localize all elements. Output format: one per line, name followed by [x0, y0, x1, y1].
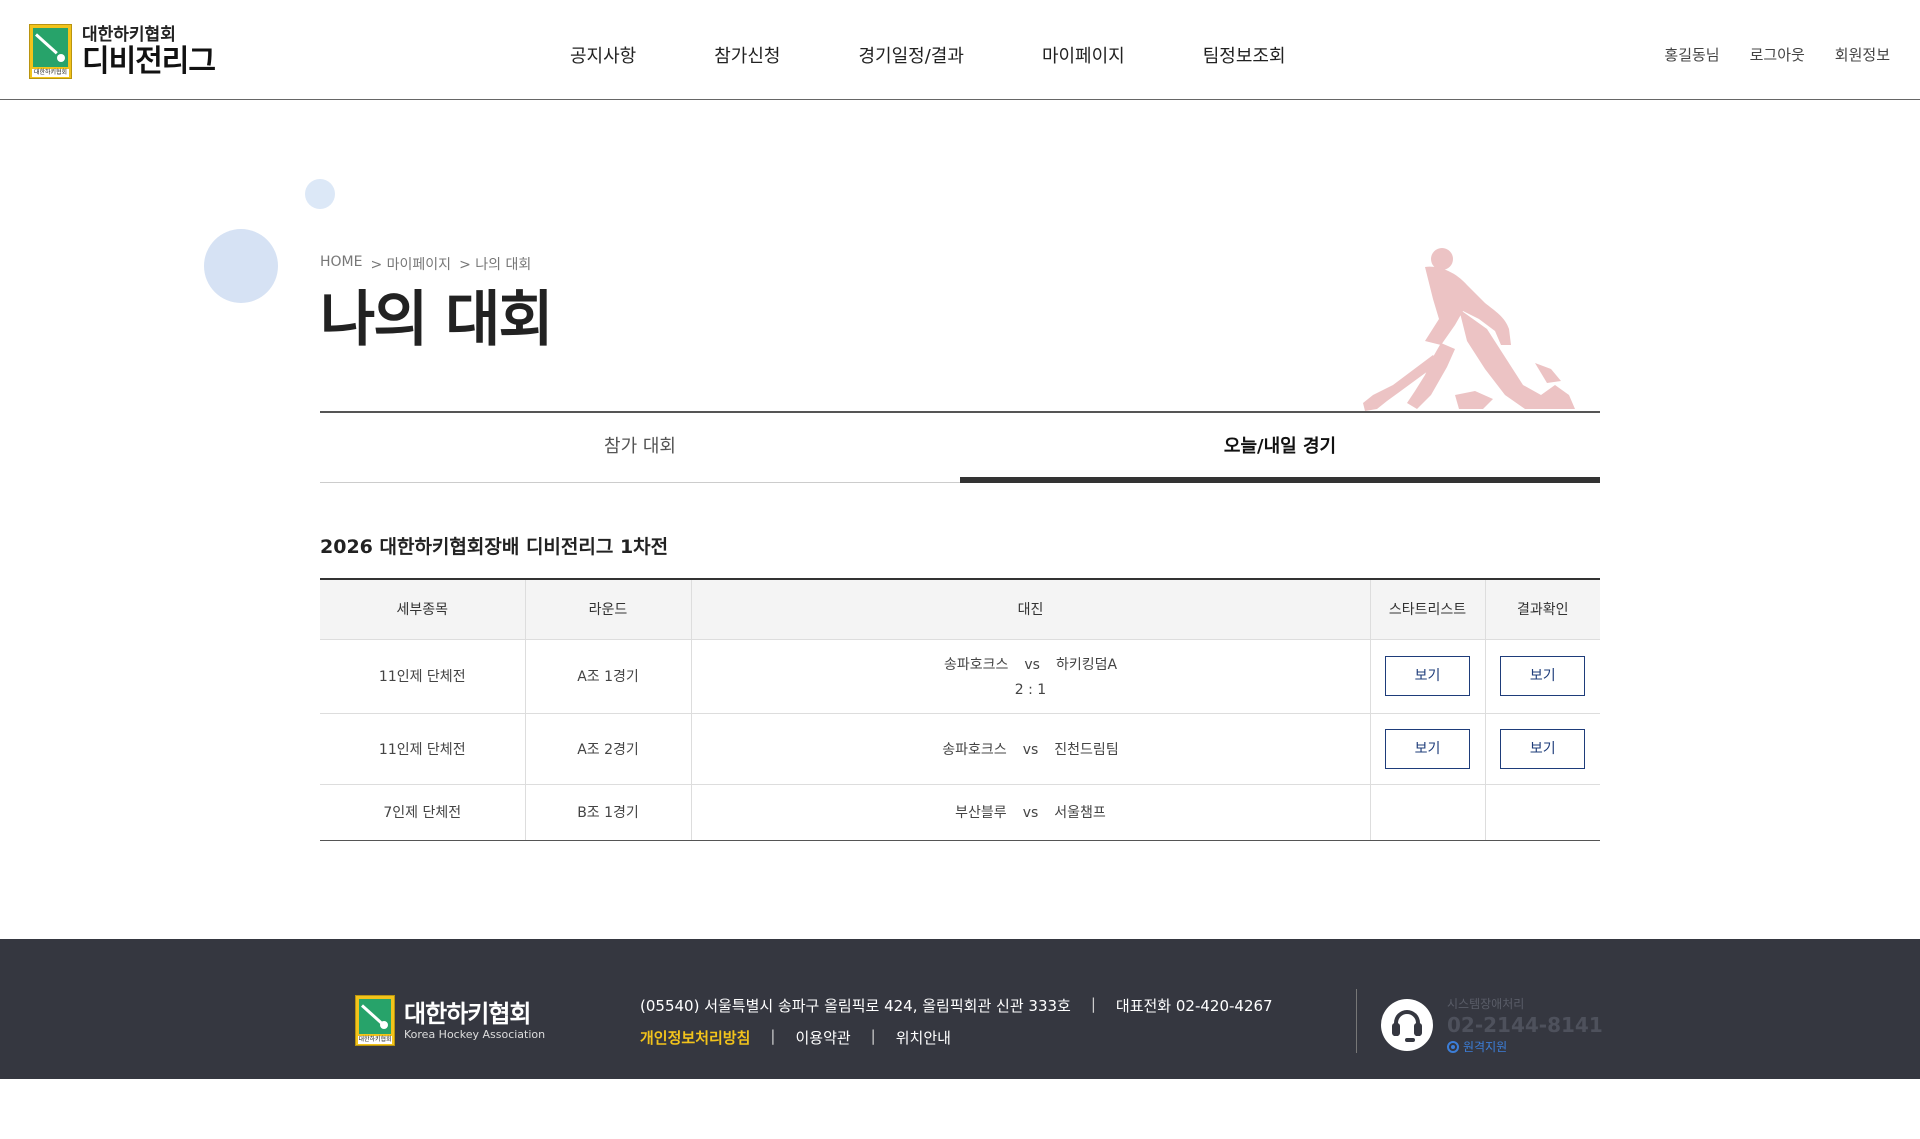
cell-event: 11인제 단체전	[320, 639, 526, 714]
cell-round: A조 2경기	[525, 713, 692, 785]
cell-matchup: 송파호크스 vs 진천드림팀	[691, 713, 1371, 785]
vs-label: vs	[1022, 805, 1039, 821]
table-header-row: 세부종목 라운드 대진 스타트리스트 결과확인	[320, 579, 1600, 640]
col-matchup: 대진	[691, 579, 1371, 640]
logo-title: 디비전리그	[82, 43, 216, 79]
cell-round: B조 1경기	[525, 784, 692, 841]
table-row: 11인제 단체전 A조 1경기 송파호크스 vs 하키킹덤A 2 : 1 보기 보기	[320, 639, 1600, 714]
team-b: 하키킹덤A	[1055, 657, 1118, 673]
cell-result	[1485, 784, 1600, 841]
site-header: 대한하키협회 대한하키협회 디비전리그 공지사항 참가신청 경기일정/결과 마이…	[0, 0, 1920, 100]
privacy-policy-link[interactable]: 개인정보처리방침	[640, 1027, 750, 1048]
team-b: 진천드림팀	[1054, 741, 1119, 758]
team-a: 부산블루	[955, 805, 1007, 821]
cell-startlist	[1370, 784, 1486, 841]
main-nav: 공지사항 참가신청 경기일정/결과 마이페이지 팀정보조회	[570, 42, 1286, 68]
hockey-logo-icon: 대한하키협회	[29, 24, 72, 79]
footer-divider	[1356, 989, 1357, 1053]
cell-startlist: 보기	[1370, 713, 1486, 785]
support-label: 시스템장애처리	[1447, 997, 1525, 1011]
location-link[interactable]: 위치안내	[896, 1027, 951, 1048]
tab-participating-tournaments[interactable]: 참가 대회	[320, 413, 960, 483]
match-table: 세부종목 라운드 대진 스타트리스트 결과확인 11인제 단체전 A조 1경기 …	[320, 578, 1600, 841]
footer-separator: |	[870, 1027, 876, 1045]
cell-result: 보기	[1485, 713, 1600, 785]
cell-round: A조 1경기	[525, 639, 692, 714]
cell-result: 보기	[1485, 639, 1600, 714]
tournament-title: 2026 대한하키협회장배 디비전리그 1차전	[320, 536, 669, 558]
user-name-link[interactable]: 홍길동님	[1664, 44, 1719, 65]
col-round: 라운드	[525, 579, 692, 640]
support-phone: 02-2144-8141	[1447, 1013, 1603, 1037]
headset-icon	[1381, 999, 1433, 1051]
footer-logo[interactable]: 대한하키협회 대한하키협회 Korea Hockey Association	[355, 995, 545, 1046]
nav-schedule[interactable]: 경기일정/결과	[859, 42, 964, 68]
breadcrumb-home[interactable]: HOME	[320, 254, 362, 274]
site-logo[interactable]: 대한하키협회 대한하키협회 디비전리그	[29, 24, 216, 79]
cell-startlist: 보기	[1370, 639, 1486, 714]
site-footer: 대한하키협회 대한하키협회 Korea Hockey Association (…	[0, 939, 1920, 1079]
remote-icon	[1447, 1040, 1459, 1053]
logout-link[interactable]: 로그아웃	[1750, 44, 1805, 65]
decor-circle-large	[204, 229, 278, 303]
footer-logo-english: Korea Hockey Association	[404, 1027, 546, 1041]
logo-subtitle: 대한하키협회	[82, 24, 176, 45]
nav-notice[interactable]: 공지사항	[570, 42, 636, 68]
nav-team-info[interactable]: 팀정보조회	[1203, 42, 1286, 68]
remote-support-label: 원격지원	[1463, 1040, 1508, 1054]
footer-phone: 대표전화 02-420-4267	[1115, 997, 1273, 1015]
footer-separator: |	[770, 1027, 776, 1045]
member-info-link[interactable]: 회원정보	[1835, 44, 1890, 65]
col-event: 세부종목	[320, 579, 526, 640]
remote-support-link[interactable]: 원격지원	[1447, 1038, 1603, 1055]
footer-address: (05540) 서울특별시 송파구 올림픽로 424, 올림픽회관 신관 333…	[640, 997, 1071, 1015]
cell-event: 11인제 단체전	[320, 713, 526, 785]
team-b: 서울챔프	[1054, 805, 1106, 821]
team-a: 송파호크스	[942, 741, 1007, 758]
col-result: 결과확인	[1485, 579, 1600, 640]
vs-label: vs	[1024, 657, 1040, 673]
hockey-logo-icon: 대한하키협회	[355, 995, 395, 1046]
table-row: 7인제 단체전 B조 1경기 부산블루 vs 서울챔프	[320, 784, 1600, 841]
terms-link[interactable]: 이용약관	[795, 1027, 850, 1048]
cell-matchup: 송파호크스 vs 하키킹덤A 2 : 1	[691, 639, 1371, 714]
view-result-button[interactable]: 보기	[1500, 728, 1586, 769]
nav-apply[interactable]: 참가신청	[714, 42, 780, 68]
support-block: 시스템장애처리 02-2144-8141 원격지원	[1381, 995, 1603, 1055]
breadcrumb-current: > 나의 대회	[459, 257, 532, 273]
footer-separator: |	[1090, 995, 1096, 1013]
tab-today-tomorrow-games[interactable]: 오늘/내일 경기	[960, 413, 1600, 483]
view-startlist-button[interactable]: 보기	[1385, 656, 1470, 696]
view-startlist-button[interactable]: 보기	[1385, 728, 1470, 769]
table-row: 11인제 단체전 A조 2경기 송파호크스 vs 진천드림팀 보기 보기	[320, 713, 1600, 785]
page-title: 나의 대회	[320, 285, 554, 355]
view-result-button[interactable]: 보기	[1500, 656, 1586, 696]
col-startlist: 스타트리스트	[1370, 579, 1486, 640]
hockey-player-illustration	[1363, 248, 1575, 411]
match-score: 2 : 1	[1014, 682, 1047, 698]
cell-matchup: 부산블루 vs 서울챔프	[691, 784, 1371, 841]
breadcrumb: HOME > 마이페이지 > 나의 대회	[320, 254, 539, 274]
util-menu: 홍길동님 로그아웃 회원정보	[1634, 44, 1890, 65]
vs-label: vs	[1022, 741, 1039, 758]
cell-event: 7인제 단체전	[320, 784, 526, 841]
nav-mypage[interactable]: 마이페이지	[1042, 42, 1125, 68]
footer-info: (05540) 서울특별시 송파구 올림픽로 424, 올림픽회관 신관 333…	[640, 995, 1273, 1048]
team-a: 송파호크스	[943, 657, 1009, 673]
breadcrumb-mypage[interactable]: > 마이페이지	[370, 254, 451, 274]
footer-logo-korean: 대한하키협회	[404, 999, 531, 1028]
tab-bar: 참가 대회 오늘/내일 경기	[320, 411, 1600, 483]
decor-circle-small	[305, 179, 335, 209]
